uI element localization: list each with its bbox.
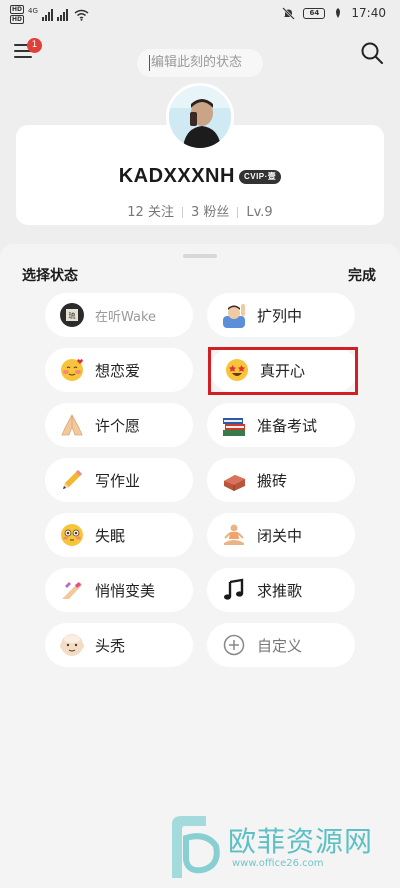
chip-label: 失眠 [95,526,126,545]
star-struck-icon [224,357,250,383]
meditation-icon [221,522,247,548]
chip-label: 闭关中 [257,526,303,545]
username: KADXXXNH CVIP·壹 [0,165,400,188]
vip-badge[interactable]: CVIP·壹 [238,169,282,184]
nail-polish-icon [59,577,85,603]
bald-face-icon [59,632,85,658]
chip-label: 写作业 [95,471,141,490]
chip-label: 许个愿 [95,416,141,435]
signal-icon [56,8,68,21]
profile-stats: 12 关注 3 粉丝 Lv.9 [0,201,400,220]
pencil-icon [59,467,85,493]
status-chip-work[interactable]: 搬砖 [207,458,355,502]
network-type: 4G [28,6,38,15]
status-chip-expand[interactable]: 扩列中 [207,293,355,337]
chip-label: 头秃 [95,636,126,655]
status-chip-insomnia[interactable]: 失眠 [45,513,193,557]
status-chip-love[interactable]: 想恋爱 [45,348,193,392]
books-icon [221,412,247,438]
charging-icon [336,8,341,18]
plus-circle-icon [221,632,247,658]
mute-bell-icon [282,6,296,20]
chip-label: 准备考试 [257,416,318,435]
chip-label: 想恋爱 [95,361,141,380]
raising-hand-icon [221,302,247,328]
wifi-icon [74,9,89,21]
done-button[interactable]: 完成 [348,265,376,285]
status-chip-song[interactable]: 求推歌 [207,568,355,612]
signal-icon [41,8,53,21]
status-chip-beauty[interactable]: 悄悄变美 [45,568,193,612]
watermark-url: www.office26.com [232,858,324,869]
status-input[interactable]: 编辑此刻的状态 [137,49,263,77]
music-cover-icon: 琉 [59,302,85,328]
avatar[interactable] [166,83,234,151]
clock: 17:40 [351,6,386,20]
chip-label: 自定义 [257,636,303,655]
status-bar: HD HD 4G 64 17:40 [0,0,400,28]
status-chip-retreat[interactable]: 闭关中 [207,513,355,557]
search-icon[interactable] [360,41,384,65]
status-chip-exam[interactable]: 准备考试 [207,403,355,447]
brick-icon [221,467,247,493]
status-chip-bald[interactable]: 头秃 [45,623,193,667]
status-chip-homework[interactable]: 写作业 [45,458,193,502]
sheet-handle[interactable] [183,254,217,258]
status-chip-custom[interactable]: 自定义 [207,623,355,667]
notification-badge: 1 [27,38,42,53]
fans-count[interactable]: 3 粉丝 [191,205,229,220]
hd-badge: HD [10,5,25,14]
chip-label: 求推歌 [257,581,303,600]
watermark-logo [172,816,220,878]
status-sheet: 选择状态 完成 [0,244,400,888]
flushed-face-icon [59,522,85,548]
smiling-hearts-icon [59,357,85,383]
status-chip-happy[interactable]: 真开心 [210,348,358,392]
hd-badge: HD [10,15,25,24]
watermark-title: 欧菲资源网 [228,825,374,858]
chip-label: 悄悄变美 [95,581,156,600]
status-chip-listening[interactable]: 琉 在听Wake [45,293,193,337]
folded-hands-icon [59,412,85,438]
follow-count[interactable]: 12 关注 [127,205,174,220]
chip-label: 搬砖 [257,471,288,490]
chip-label: 扩列中 [257,306,303,325]
chip-label: 真开心 [260,361,306,380]
username-text: KADXXXNH [118,165,235,187]
chip-label: 在听Wake [95,309,157,325]
music-note-icon [221,577,247,603]
sheet-title: 选择状态 [22,268,78,284]
status-chip-wish[interactable]: 许个愿 [45,403,193,447]
svg-text:琉: 琉 [69,311,76,320]
battery-icon: 64 [303,7,326,19]
level: Lv.9 [246,205,273,220]
